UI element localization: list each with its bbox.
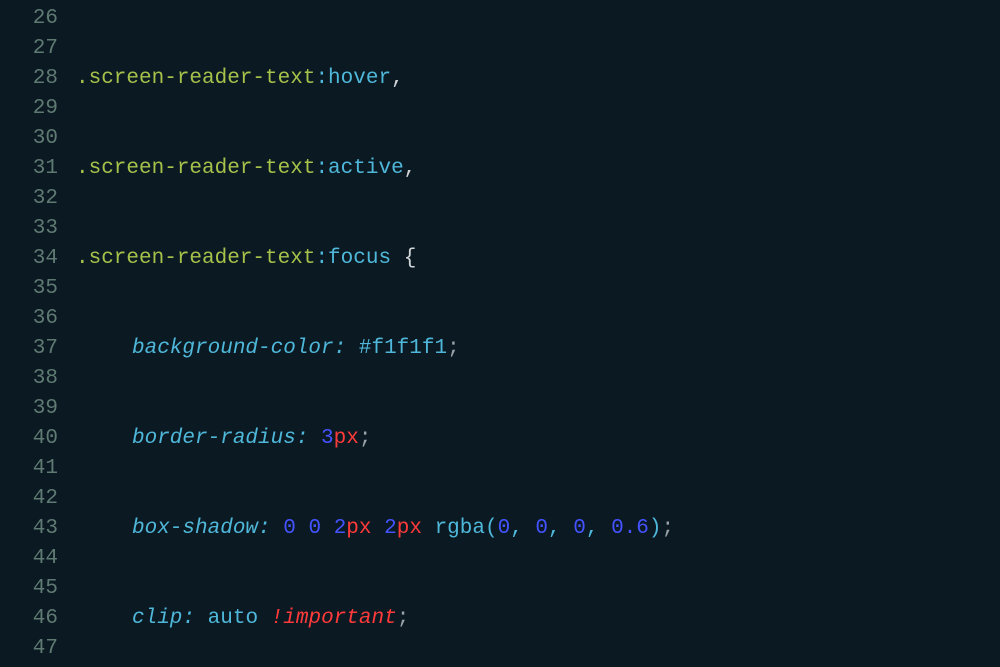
line-number: 46	[0, 604, 58, 634]
line-number: 35	[0, 274, 58, 304]
css-pseudo-active: :active	[315, 157, 403, 180]
line-number: 37	[0, 334, 58, 364]
css-number: 2	[334, 517, 347, 540]
line-number: 28	[0, 64, 58, 94]
line-number: 36	[0, 304, 58, 334]
line-number: 29	[0, 94, 58, 124]
css-pseudo-focus: :focus	[315, 247, 391, 270]
line-number: 40	[0, 424, 58, 454]
css-property: border-radius	[132, 427, 296, 450]
css-number: 0	[573, 517, 586, 540]
code-content[interactable]: .screen-reader-text:hover, .screen-reade…	[76, 4, 1000, 667]
line-number: 27	[0, 34, 58, 64]
css-selector-class: .screen-reader-text	[76, 247, 315, 270]
css-property: clip	[132, 607, 182, 630]
css-number: 0.6	[611, 517, 649, 540]
line-number: 41	[0, 454, 58, 484]
css-number: 0	[308, 517, 321, 540]
css-unit: px	[334, 427, 359, 450]
css-comma: ,	[404, 157, 417, 180]
code-line[interactable]: background-color: #f1f1f1;	[76, 334, 1000, 364]
css-number: 0	[498, 517, 511, 540]
css-selector-class: .screen-reader-text	[76, 157, 315, 180]
line-number-gutter: 26 27 28 29 30 31 32 33 34 35 36 37 38 3…	[0, 4, 76, 667]
css-unit: px	[346, 517, 371, 540]
css-comma: ,	[391, 67, 404, 90]
code-line[interactable]: clip: auto !important;	[76, 604, 1000, 634]
css-property: background-color	[132, 337, 334, 360]
line-number: 39	[0, 394, 58, 424]
code-line[interactable]: .screen-reader-text:active,	[76, 154, 1000, 184]
line-number: 38	[0, 364, 58, 394]
css-colon: :	[334, 337, 347, 360]
css-semicolon: ;	[359, 427, 372, 450]
css-keyword: auto	[208, 607, 258, 630]
line-number: 32	[0, 184, 58, 214]
css-selector-class: .screen-reader-text	[76, 67, 315, 90]
css-semicolon: ;	[662, 517, 675, 540]
css-unit: px	[397, 517, 422, 540]
css-number: 2	[384, 517, 397, 540]
line-number: 33	[0, 214, 58, 244]
line-number: 34	[0, 244, 58, 274]
line-number: 44	[0, 544, 58, 574]
css-function-name: rgba	[435, 517, 485, 540]
code-line[interactable]: box-shadow: 0 0 2px 2px rgba(0, 0, 0, 0.…	[76, 514, 1000, 544]
line-number: 30	[0, 124, 58, 154]
css-pseudo-hover: :hover	[315, 67, 391, 90]
line-number: 47	[0, 634, 58, 664]
css-paren-close: )	[649, 517, 662, 540]
css-semicolon: ;	[447, 337, 460, 360]
css-number: 0	[535, 517, 548, 540]
line-number: 43	[0, 514, 58, 544]
css-colon: :	[182, 607, 195, 630]
css-colon: :	[296, 427, 309, 450]
css-open-brace: {	[404, 247, 417, 270]
line-number: 45	[0, 574, 58, 604]
css-number: 0	[283, 517, 296, 540]
line-number: 31	[0, 154, 58, 184]
line-number: 42	[0, 484, 58, 514]
code-line[interactable]: border-radius: 3px;	[76, 424, 1000, 454]
css-semicolon: ;	[397, 607, 410, 630]
css-important: !important	[271, 607, 397, 630]
css-property: box-shadow	[132, 517, 258, 540]
code-line[interactable]: .screen-reader-text:hover,	[76, 64, 1000, 94]
line-number: 26	[0, 4, 58, 34]
css-colon: :	[258, 517, 271, 540]
css-paren-open: (	[485, 517, 498, 540]
code-line[interactable]: .screen-reader-text:focus {	[76, 244, 1000, 274]
code-editor[interactable]: 26 27 28 29 30 31 32 33 34 35 36 37 38 3…	[0, 0, 1000, 667]
css-number: 3	[321, 427, 334, 450]
css-hex-value: #f1f1f1	[359, 337, 447, 360]
